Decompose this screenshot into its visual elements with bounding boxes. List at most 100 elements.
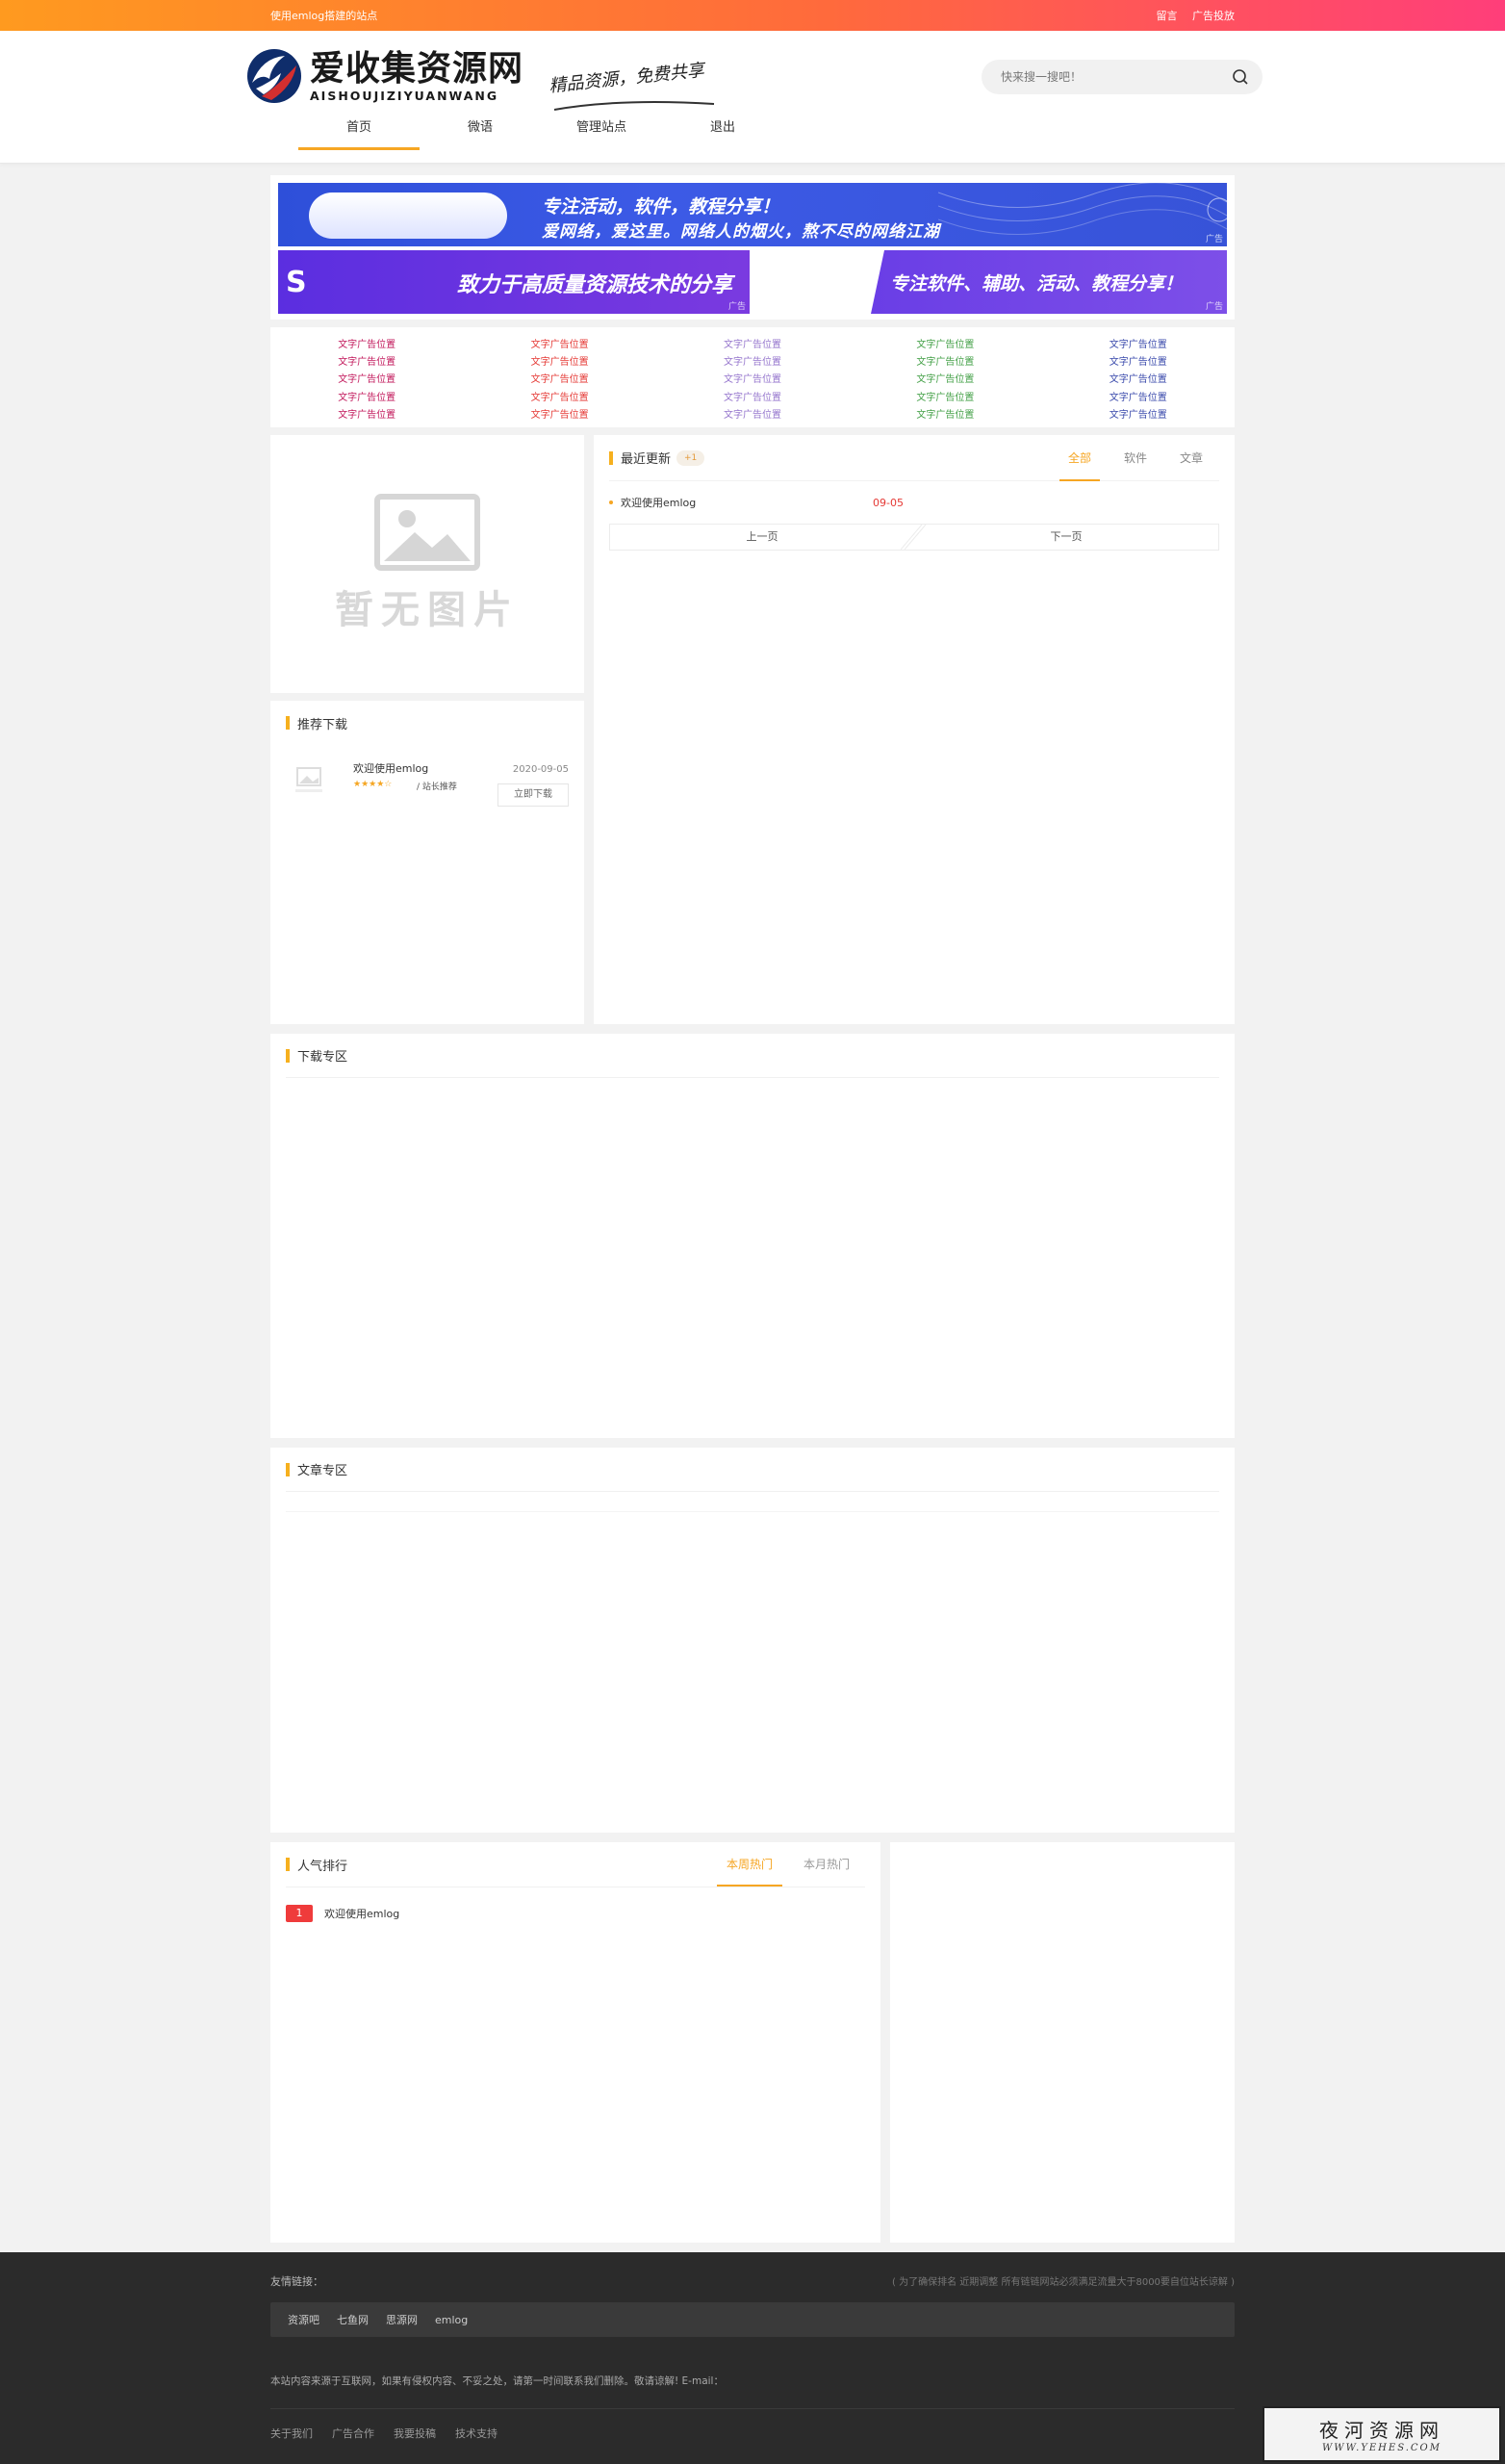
recommend-item-name[interactable]: 欢迎使用emlog [353,760,428,776]
side-panel [890,1842,1235,2243]
text-ad-link[interactable]: 文字广告位置 [531,407,589,424]
tab-weekly-hot[interactable]: 本周热门 [711,1842,788,1886]
top-link-ads[interactable]: 广告投放 [1192,10,1235,22]
text-ad-link[interactable]: 文字广告位置 [338,407,395,424]
title-bar [286,1048,290,1063]
banner-2-right-text: 专注软件、辅助、活动、教程分享！ [890,273,1184,295]
text-ad-link[interactable]: 文字广告位置 [724,337,781,354]
recommend-title-text: 推荐下载 [297,717,348,732]
slogan-text: 精品资源，免费共享 [548,60,705,97]
next-page-button[interactable]: 下一页 [914,525,1218,550]
site-footer: 友情链接： ( 为了确保排名 近期调整 所有链链网站必须满足流量大于8000要自… [0,2252,1505,2464]
top-link-message[interactable]: 留言 [1157,10,1178,22]
search-box [982,60,1263,94]
download-section-title-text: 下载专区 [297,1050,348,1065]
nav-logout[interactable]: 退出 [662,106,783,150]
text-ad-link[interactable]: 文字广告位置 [724,372,781,389]
hot-item-title[interactable]: 欢迎使用emlog [324,1906,399,1921]
text-ad-link[interactable]: 文字广告位置 [338,354,395,372]
hot-tabs: 本周热门 本月热门 [711,1842,865,1886]
banner-2: S 致力于高质量资源技术的分享 广告 专注软件、辅助、活动、教程分享！ 广告 [278,250,1227,314]
text-ad-link[interactable]: 文字广告位置 [531,337,589,354]
text-ad-link[interactable]: 文字广告位置 [916,354,974,372]
no-image-placeholder: 暂无图片 [270,435,584,693]
nav-admin[interactable]: 管理站点 [541,106,662,150]
tab-software[interactable]: 软件 [1108,435,1163,481]
banner-2-right[interactable]: 专注软件、辅助、活动、教程分享！ 广告 [750,250,1227,314]
text-ad-link[interactable]: 文字广告位置 [531,390,589,407]
text-ad-link[interactable]: 文字广告位置 [1110,354,1167,372]
banner-2-left[interactable]: S 致力于高质量资源技术的分享 广告 [278,250,750,314]
logo-mark-icon [247,49,301,103]
ad-tag: 广告 [1205,235,1223,244]
site-logo[interactable]: 爱收集资源网 AISHOUJIZIYUANWANG [242,44,523,108]
nav-home[interactable]: 首页 [298,106,420,150]
top-links: 留言 广告投放 [1145,8,1236,23]
text-ad-link[interactable]: 文字广告位置 [531,354,589,372]
friend-links-note: ( 为了确保排名 近期调整 所有链链网站必须满足流量大于8000要自位站长谅解 … [892,2277,1235,2288]
text-ad-link[interactable]: 文字广告位置 [916,337,974,354]
post-row[interactable]: 欢迎使用emlog 09-05 [609,481,1219,524]
text-ad-link[interactable]: 文字广告位置 [916,407,974,424]
banner-1-line-1: 专注活动，软件，教程分享！ [542,196,780,218]
recommend-title: 推荐下载 [286,701,569,745]
text-ad-link[interactable]: 文字广告位置 [916,372,974,389]
tab-monthly-hot[interactable]: 本月热门 [788,1842,865,1886]
tab-article[interactable]: 文章 [1163,435,1219,481]
text-ad-link[interactable]: 文字广告位置 [724,354,781,372]
text-ad-link[interactable]: 文字广告位置 [724,407,781,424]
wave-pattern-icon [938,183,1227,235]
footer-link-about[interactable]: 关于我们 [270,2426,313,2441]
hot-title-text: 人气排行 [297,1859,348,1874]
title-bar [286,716,290,730]
text-ad-link[interactable]: 文字广告位置 [1110,390,1167,407]
text-ad-column: 文字广告位置 文字广告位置 文字广告位置 文字广告位置 文字广告位置 [1042,337,1235,424]
text-ad-column: 文字广告位置 文字广告位置 文字广告位置 文字广告位置 文字广告位置 [656,337,849,424]
tab-all[interactable]: 全部 [1052,435,1108,481]
bottom-row: 人气排行 本周热门 本月热门 1 欢迎使用emlog [270,1842,1235,2243]
prev-page-button[interactable]: 上一页 [610,525,914,550]
no-image-text: 暂无图片 [335,587,520,632]
image-placeholder-icon [374,494,480,571]
search-input[interactable] [1001,70,1232,84]
text-ad-link[interactable]: 文字广告位置 [338,390,395,407]
search-icon[interactable] [1232,68,1249,86]
text-ad-link[interactable]: 文字广告位置 [1110,407,1167,424]
footer-link-support[interactable]: 技术支持 [455,2426,497,2441]
nav-weiyu[interactable]: 微语 [420,106,541,150]
text-ad-column: 文字广告位置 文字广告位置 文字广告位置 文字广告位置 文字广告位置 [463,337,655,424]
text-ad-link[interactable]: 文字广告位置 [916,390,974,407]
watermark-logo: 夜河资源网 WWW.YEHES.COM [1263,2406,1501,2462]
text-ad-link[interactable]: 文字广告位置 [338,337,395,354]
text-ad-link[interactable]: 文字广告位置 [1110,337,1167,354]
download-section-title: 下载专区 [286,1034,1219,1078]
title-bar [286,1858,290,1871]
pager-divider-icon [901,525,927,550]
text-ad-link[interactable]: 文字广告位置 [1110,372,1167,389]
post-date: 09-05 [873,496,904,509]
footer-link-ads[interactable]: 广告合作 [332,2426,374,2441]
friend-link[interactable]: 资源吧 [288,2312,319,2327]
banner-area: 专注活动，软件，教程分享！ 爱网络，爱这里。网络人的烟火，熬不尽的网络江湖 广告… [270,175,1235,320]
banner-2-logo-icon: S [286,266,307,299]
footer-divider [270,2408,1235,2409]
friend-link[interactable]: 思源网 [386,2312,418,2327]
post-title[interactable]: 欢迎使用emlog [621,495,696,510]
recommend-item-date: 2020-09-05 [512,764,569,775]
main-row: 暂无图片 推荐下载 欢迎使用emlog ★★★★☆ / 站长推荐 2020-09… [270,435,1235,1024]
recommend-item[interactable]: 欢迎使用emlog ★★★★☆ / 站长推荐 2020-09-05 立即下载 [286,753,569,820]
friend-link[interactable]: emlog [435,2314,468,2326]
download-button[interactable]: 立即下载 [497,783,569,807]
footer-link-submit[interactable]: 我要投稿 [394,2426,436,2441]
banner-1[interactable]: 专注活动，软件，教程分享！ 爱网络，爱这里。网络人的烟火，熬不尽的网络江湖 广告 [278,183,1227,246]
text-ad-link[interactable]: 文字广告位置 [531,372,589,389]
text-ad-link[interactable]: 文字广告位置 [724,390,781,407]
friend-link[interactable]: 七鱼网 [337,2312,369,2327]
hot-item[interactable]: 1 欢迎使用emlog [286,1905,865,1922]
article-section-title: 文章专区 [286,1448,1219,1492]
bullet-icon [609,500,613,504]
text-ad-grid: 文字广告位置 文字广告位置 文字广告位置 文字广告位置 文字广告位置 文字广告位置 文字广告… [270,327,1235,427]
text-ad-link[interactable]: 文字广告位置 [338,372,395,389]
top-bar: 使用emlog搭建的站点 留言 广告投放 [0,0,1505,31]
title-bar [609,450,613,465]
